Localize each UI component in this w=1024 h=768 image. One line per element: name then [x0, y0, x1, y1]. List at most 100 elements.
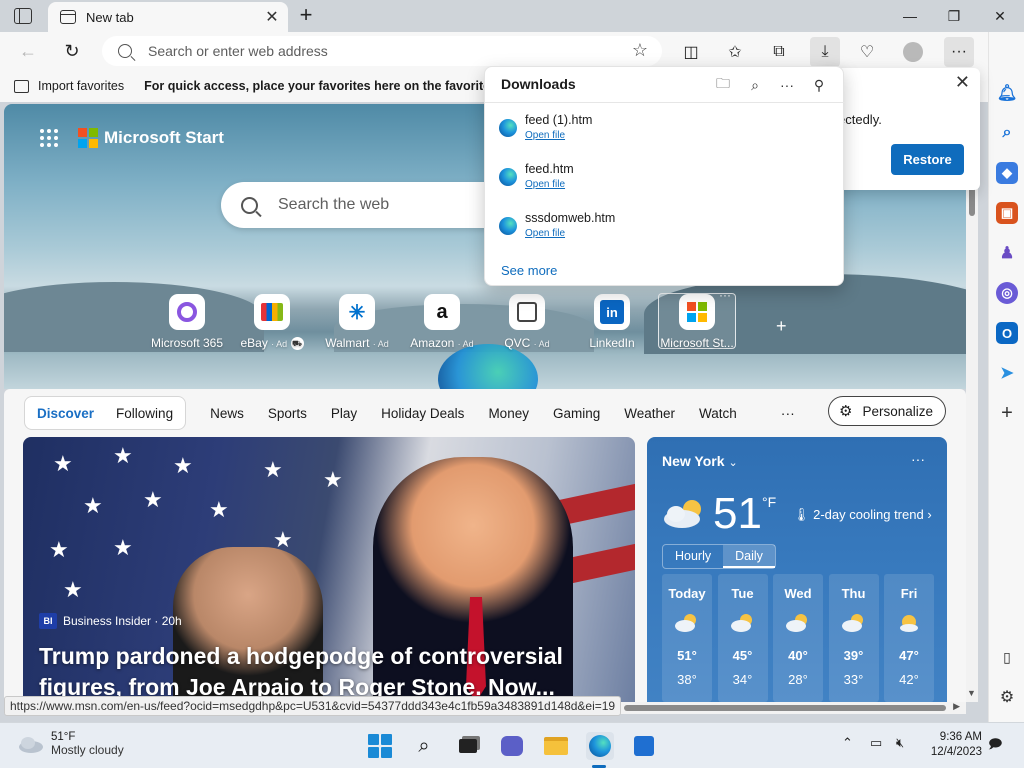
- task-view-icon[interactable]: [454, 732, 482, 760]
- download-item[interactable]: feed.htm Open file: [499, 162, 829, 202]
- personalize-button[interactable]: ⚙ Personalize: [828, 396, 946, 426]
- favorite-star-icon[interactable]: ☆: [632, 40, 648, 61]
- weather-more-icon[interactable]: ···: [911, 451, 925, 467]
- weather-location[interactable]: New York ⌄: [662, 453, 738, 469]
- sidebar-settings-gear-icon[interactable]: ⚙: [996, 686, 1018, 708]
- edge-taskbar-icon[interactable]: [586, 732, 614, 760]
- shopping-tag-icon[interactable]: ◆: [996, 162, 1018, 184]
- open-file-link[interactable]: Open file: [525, 228, 565, 239]
- weather-card[interactable]: New York ⌄ ··· 51 °F 🌡︎ 2-day cooling tre…: [647, 437, 947, 702]
- ad-badge: · Ad: [533, 339, 550, 349]
- add-sidebar-app-icon[interactable]: +: [996, 402, 1018, 424]
- download-item[interactable]: sssdomweb.htm Open file: [499, 211, 829, 251]
- quick-link-amazon[interactable]: a Amazon · Ad: [402, 294, 482, 350]
- open-file-link[interactable]: Open file: [525, 130, 565, 141]
- settings-more-icon[interactable]: ···: [944, 37, 974, 67]
- partly-cloudy-icon: [675, 614, 696, 632]
- favorites-icon[interactable]: ✩: [722, 39, 748, 65]
- quick-link-ebay[interactable]: eBay · Ad ⛟: [232, 294, 312, 351]
- restore-window-button[interactable]: ❐: [934, 4, 974, 28]
- start-button[interactable]: [366, 732, 394, 760]
- tab-sports[interactable]: Sports: [268, 406, 307, 421]
- tab-watch[interactable]: Watch: [699, 406, 737, 421]
- collections-icon[interactable]: ⧉: [766, 39, 792, 65]
- download-item[interactable]: feed (1).htm Open file: [499, 113, 829, 153]
- add-quick-link-icon[interactable]: +: [776, 316, 787, 337]
- open-folder-icon[interactable]: 🗀︎: [713, 75, 733, 95]
- tab-weather[interactable]: Weather: [624, 406, 675, 421]
- partly-cloudy-icon: [730, 614, 752, 632]
- hide-sidebar-icon[interactable]: ▯: [996, 646, 1018, 668]
- forecast-day[interactable]: Fri 47° 42°: [884, 574, 934, 702]
- quick-link-microsoft-store[interactable]: Microsoft St...: [657, 294, 737, 350]
- forecast-day[interactable]: Today 51° 38°: [662, 574, 712, 702]
- forecast-day[interactable]: Wed 40° 28°: [773, 574, 823, 702]
- quick-link-walmart[interactable]: ✳ Walmart · Ad: [317, 294, 397, 350]
- notifications-bell-icon[interactable]: 🔔︎: [996, 82, 1018, 104]
- brand-title[interactable]: Microsoft Start: [104, 128, 224, 148]
- quick-link-microsoft365[interactable]: Microsoft 365: [147, 294, 227, 350]
- tab-discover[interactable]: Discover: [37, 406, 94, 421]
- sidebar-search-icon[interactable]: ⌕: [996, 122, 1018, 144]
- more-options-icon[interactable]: ···: [777, 75, 797, 95]
- restore-button[interactable]: Restore: [891, 144, 964, 175]
- cart-icon: ⛟: [290, 337, 304, 351]
- volume-muted-icon[interactable]: 🔇︎: [896, 735, 904, 751]
- tab-money[interactable]: Money: [488, 406, 529, 421]
- scrollbar-thumb[interactable]: [624, 705, 946, 711]
- profile-avatar[interactable]: [900, 39, 926, 65]
- taskbar-search-icon[interactable]: ⌕: [410, 732, 438, 760]
- search-icon[interactable]: ⌕: [745, 75, 765, 95]
- tab-following[interactable]: Following: [116, 406, 173, 421]
- close-window-button[interactable]: ✕: [980, 4, 1020, 28]
- tab-play[interactable]: Play: [331, 406, 357, 421]
- close-icon[interactable]: ✕: [955, 72, 970, 93]
- microsoft-store-taskbar-icon[interactable]: [630, 732, 658, 760]
- open-file-link[interactable]: Open file: [525, 179, 565, 190]
- notification-center-icon[interactable]: 🗩︎: [988, 735, 1002, 757]
- pin-icon[interactable]: ⚲: [809, 75, 829, 95]
- split-screen-icon[interactable]: ◫: [678, 39, 704, 65]
- quick-link-qvc[interactable]: QVC · Ad: [487, 294, 567, 350]
- tab-daily[interactable]: Daily: [723, 545, 775, 568]
- see-more-link[interactable]: See more: [501, 263, 557, 278]
- show-hidden-icons-chevron-icon[interactable]: ⌃: [842, 735, 853, 751]
- forecast-day[interactable]: Tue 45° 34°: [717, 574, 768, 702]
- downloads-icon[interactable]: ⤓: [810, 37, 840, 67]
- file-explorer-icon[interactable]: [542, 732, 570, 760]
- minimize-button[interactable]: —: [890, 4, 930, 28]
- drop-send-icon[interactable]: ➤: [996, 362, 1018, 384]
- tools-briefcase-icon[interactable]: ▣: [996, 202, 1018, 224]
- network-icon[interactable]: ▭: [870, 735, 882, 751]
- tab-gaming[interactable]: Gaming: [553, 406, 600, 421]
- microsoft365-icon[interactable]: ◎: [996, 282, 1018, 304]
- news-card[interactable]: ★ ★ ★ ★ ★ ★ ★ ★ ★ ★ ★ ★ BI Business Insi…: [23, 437, 635, 702]
- address-bar[interactable]: Search or enter web address ☆: [102, 36, 662, 66]
- app-launcher-icon[interactable]: [40, 129, 58, 147]
- tab-new-tab[interactable]: New tab ✕: [48, 2, 288, 32]
- more-categories-icon[interactable]: ···: [781, 405, 795, 421]
- forecast-day[interactable]: Thu 39° 33°: [828, 574, 879, 702]
- new-tab-button[interactable]: +: [294, 2, 318, 27]
- quick-link-linkedin[interactable]: in LinkedIn: [572, 294, 652, 350]
- weather-trend[interactable]: 🌡︎ 2-day cooling trend ›: [793, 507, 932, 523]
- scrollbar-thumb[interactable]: [969, 186, 975, 216]
- games-icon[interactable]: ♟: [996, 242, 1018, 264]
- tab-news[interactable]: News: [210, 406, 244, 421]
- taskbar-weather[interactable]: 51°F Mostly cloudy: [18, 731, 124, 757]
- scroll-right-arrow-icon[interactable]: ▶: [953, 701, 960, 712]
- back-arrow-icon[interactable]: ←: [16, 39, 40, 63]
- tab-holiday-deals[interactable]: Holiday Deals: [381, 406, 464, 421]
- tab-hourly[interactable]: Hourly: [663, 545, 723, 568]
- refresh-icon[interactable]: ↻: [60, 39, 84, 63]
- import-favorites-button[interactable]: Import favorites: [14, 79, 124, 93]
- outlook-icon[interactable]: O: [996, 322, 1018, 344]
- news-headline[interactable]: Trump pardoned a hodgepodge of controver…: [39, 641, 619, 702]
- tab-actions-icon[interactable]: [14, 8, 32, 24]
- browser-essentials-icon[interactable]: ♡: [854, 39, 880, 65]
- scroll-down-arrow-icon[interactable]: ▼: [967, 688, 976, 698]
- clock[interactable]: 9:36 AM 12/4/2023: [931, 730, 982, 760]
- vertical-scrollbar[interactable]: ▼: [966, 104, 978, 702]
- teams-chat-icon[interactable]: [498, 732, 526, 760]
- tab-close-icon[interactable]: ✕: [264, 7, 280, 27]
